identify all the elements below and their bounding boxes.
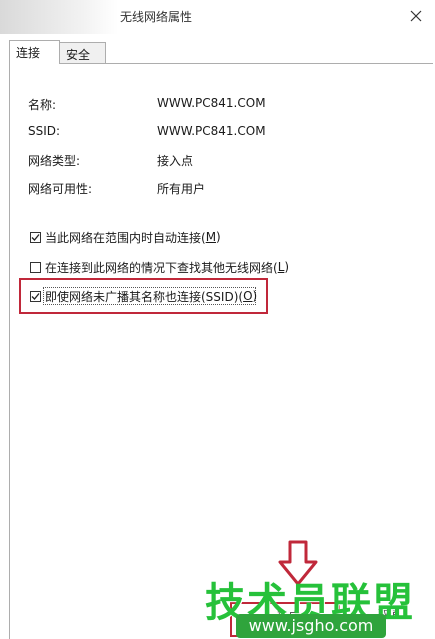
watermark-url: www.jsgho.com bbox=[236, 614, 386, 638]
connect-hidden-ssid-checkbox[interactable] bbox=[30, 290, 41, 302]
connect-hidden-ssid-access-key: O bbox=[243, 289, 253, 303]
look-for-other-networks-suffix: ) bbox=[284, 260, 290, 274]
network-type-label: 网络类型: bbox=[28, 154, 81, 168]
look-for-other-networks-option[interactable]: 在连接到此网络的情况下查找其他无线网络(L) bbox=[30, 259, 289, 275]
ssid-value: WWW.PC841.COM bbox=[157, 124, 266, 138]
close-button[interactable] bbox=[402, 4, 430, 28]
connect-hidden-ssid-text: 即使网络未广播其名称也连接(SSID)( bbox=[45, 289, 244, 304]
auto-connect-text: 当此网络在范围内时自动连接( bbox=[45, 230, 206, 245]
look-for-other-networks-access-key: L bbox=[277, 260, 285, 274]
look-for-other-networks-text: 在连接到此网络的情况下查找其他无线网络( bbox=[45, 260, 278, 275]
checkmark-icon bbox=[31, 233, 40, 241]
connect-hidden-ssid-suffix: ) bbox=[252, 289, 258, 303]
connect-hidden-ssid-option[interactable]: 即使网络未广播其名称也连接(SSID)(O) bbox=[30, 288, 257, 304]
tab-security[interactable]: 安全 bbox=[59, 42, 106, 64]
name-value: WWW.PC841.COM bbox=[157, 96, 266, 110]
window-title: 无线网络属性 bbox=[120, 10, 193, 24]
close-icon bbox=[410, 10, 422, 22]
auto-connect-suffix: ) bbox=[216, 230, 221, 244]
auto-connect-option[interactable]: 当此网络在范围内时自动连接(M) bbox=[30, 229, 221, 245]
network-availability-label: 网络可用性: bbox=[28, 182, 93, 196]
auto-connect-checkbox[interactable] bbox=[30, 231, 41, 243]
title-bar: 无线网络属性 bbox=[0, 0, 435, 34]
look-for-other-networks-checkbox[interactable] bbox=[30, 261, 41, 273]
network-type-value: 接入点 bbox=[157, 154, 194, 168]
checkmark-icon bbox=[31, 292, 40, 300]
name-label: 名称: bbox=[28, 98, 57, 112]
network-availability-value: 所有用户 bbox=[157, 182, 206, 196]
auto-connect-access-key: M bbox=[205, 230, 217, 244]
blurred-title-area bbox=[0, 0, 118, 34]
tab-panel bbox=[9, 63, 433, 639]
tab-connection[interactable]: 连接 bbox=[9, 40, 60, 64]
ssid-label: SSID: bbox=[28, 124, 61, 138]
